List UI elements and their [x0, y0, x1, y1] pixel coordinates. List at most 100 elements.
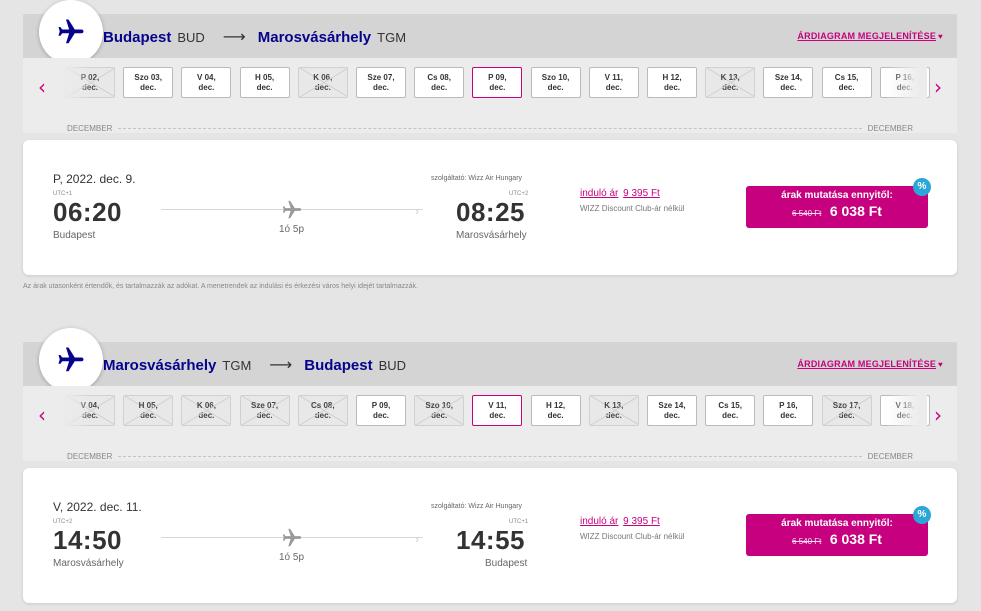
date-tile-day: K 13,: [604, 401, 624, 410]
from-city: Budapest: [103, 29, 172, 46]
date-tile-day: H 12,: [662, 73, 682, 82]
date-tile[interactable]: Sze 14, dec.: [647, 395, 697, 426]
date-tile[interactable]: Szo 10, dec.: [530, 67, 581, 98]
date-tile-day: H 05,: [138, 401, 158, 410]
from-code: BUD: [177, 30, 205, 45]
date-carousel: ‹ › V 04,dec.H 05,dec.K 06,dec.Sze 07,de…: [23, 386, 957, 461]
date-tile-day: P 16,: [779, 401, 798, 410]
button-caption: árak mutatása ennyitől:: [781, 190, 893, 201]
price-chart-link[interactable]: ÁRDIAGRAM MEGJELENÍTÉSE ♥: [797, 359, 943, 369]
show-prices-button[interactable]: árak mutatása ennyitől: 6 540 Ft 6 038 F…: [746, 186, 928, 228]
date-tile[interactable]: P 09, dec.: [356, 395, 406, 426]
date-tile-day: K 06,: [313, 73, 333, 82]
flight-duration: 1ó 5p: [279, 224, 305, 235]
arrival-city: Marosvásárhely: [456, 230, 527, 241]
date-tile-month: dec.: [431, 411, 448, 420]
date-tile[interactable]: Sze 07, dec.: [356, 67, 406, 98]
airplane-icon: [58, 19, 84, 44]
operator-text: szolgáltató: Wizz Air Hungary: [431, 175, 523, 182]
club-note: WIZZ Discount Club-ár nélkül: [580, 532, 685, 541]
date-tile-day: V 11,: [488, 401, 507, 410]
fade-overlay: [887, 391, 927, 431]
airplane-icon: [58, 347, 84, 372]
chevron-left-icon[interactable]: ‹: [38, 75, 46, 99]
date-tile-day: Cs 15,: [718, 401, 742, 410]
date-tile[interactable]: P 09, dec.: [472, 67, 523, 98]
month-label-right: DECEMBER: [867, 123, 913, 133]
date-tile-month: dec.: [314, 411, 331, 420]
price-value: 9 395 Ft: [623, 516, 660, 527]
arrival-time: 14:55: [456, 525, 525, 555]
date-tile: Szo 10, dec.: [414, 395, 465, 426]
departure-time: 06:20: [53, 197, 122, 227]
month-row: DECEMBER DECEMBER: [67, 122, 913, 134]
date-tile-month: dec.: [663, 83, 680, 92]
to-code: TGM: [377, 30, 407, 45]
date-tile-month: dec.: [547, 83, 564, 92]
route-arrow-icon: ⟶: [222, 29, 246, 46]
date-tile[interactable]: Szo 03, dec.: [123, 67, 174, 98]
button-caption: árak mutatása ennyitől:: [781, 518, 893, 529]
airplane-icon: [282, 528, 302, 547]
date-tile[interactable]: V 11, dec.: [588, 67, 639, 98]
date-tile-month: dec.: [838, 83, 855, 92]
date-tile[interactable]: Cs 15, dec.: [821, 67, 872, 98]
old-price: 6 540 Ft: [792, 209, 822, 218]
chevron-right-icon[interactable]: ›: [934, 403, 942, 427]
heart-icon: ♥: [938, 360, 943, 369]
price-chart-link[interactable]: ÁRDIAGRAM MEGJELENÍTÉSE ♥: [797, 31, 943, 41]
chevron-right-icon[interactable]: ›: [934, 75, 942, 99]
flight-duration: 1ó 5p: [279, 552, 305, 563]
divider: [118, 455, 862, 457]
date-tile-day: Szo 03,: [134, 73, 162, 82]
show-prices-button[interactable]: árak mutatása ennyitől: 6 540 Ft 6 038 F…: [746, 514, 928, 556]
flight-card: P, 2022. dec. 9. szolgáltató: Wizz Air H…: [23, 140, 957, 275]
date-tile-day: K 06,: [196, 401, 216, 410]
airplane-icon: [282, 200, 302, 219]
route-header: Budapest BUD ⟶ Marosvásárhely TGM ÁRDIAG…: [23, 14, 957, 58]
fade-overlay: [53, 391, 93, 431]
date-tile: Cs 08, dec.: [297, 395, 348, 426]
date-tile[interactable]: Sze 14, dec.: [763, 67, 814, 98]
date-tile-day: H 05,: [255, 73, 275, 82]
price-note: Az árak utasonként értendők, és tartalma…: [23, 283, 418, 290]
date-tile-day: H 12,: [546, 401, 566, 410]
date-tile[interactable]: H 12, dec.: [530, 395, 581, 426]
starting-price[interactable]: induló ár 9 395 Ft: [580, 188, 660, 199]
flight-card: V, 2022. dec. 11. szolgáltató: Wizz Air …: [23, 468, 957, 603]
date-tile-month: dec.: [547, 411, 564, 420]
date-tile: K 13, dec.: [705, 67, 756, 98]
date-tile-month: dec.: [489, 83, 506, 92]
date-tile[interactable]: Cs 15, dec.: [705, 395, 756, 426]
month-label-right: DECEMBER: [867, 451, 913, 461]
date-tile: H 05, dec.: [123, 395, 174, 426]
date-tile-month: dec.: [256, 411, 273, 420]
fade-overlay: [887, 63, 927, 103]
date-tile-day: Szo 10,: [541, 73, 570, 82]
date-tile-month: dec.: [140, 83, 157, 92]
from-city: Marosvásárhely: [103, 357, 217, 374]
date-tile-month: dec.: [372, 83, 389, 92]
route-line: Marosvásárhely TGM ⟶ Budapest BUD: [103, 355, 406, 375]
date-tile[interactable]: H 05, dec.: [239, 67, 290, 98]
to-code: BUD: [378, 358, 407, 373]
chevron-left-icon[interactable]: ‹: [38, 403, 46, 427]
date-tile[interactable]: V 04, dec.: [181, 67, 232, 98]
track-arrow-icon: ›: [415, 204, 419, 218]
date-tile[interactable]: Cs 08, dec.: [414, 67, 465, 98]
starting-price[interactable]: induló ár 9 395 Ft: [580, 516, 660, 527]
club-price: 6 038 Ft: [829, 203, 882, 219]
date-tile-day: K 13,: [720, 73, 740, 82]
club-price: 6 038 Ft: [829, 531, 882, 547]
price-value: 9 395 Ft: [623, 188, 660, 199]
price-label: induló ár: [580, 188, 619, 199]
route-line: Budapest BUD ⟶ Marosvásárhely TGM: [103, 27, 406, 47]
date-tile-month: dec.: [605, 411, 622, 420]
date-tile[interactable]: V 11, dec.: [472, 395, 523, 426]
departure-city: Marosvásárhely: [53, 558, 124, 569]
airline-logo: [39, 0, 103, 64]
date-tile-month: dec.: [256, 83, 273, 92]
discount-badge-icon: %: [913, 178, 931, 196]
date-tile[interactable]: H 12, dec.: [647, 67, 697, 98]
date-tile[interactable]: P 16,dec.: [763, 395, 814, 426]
